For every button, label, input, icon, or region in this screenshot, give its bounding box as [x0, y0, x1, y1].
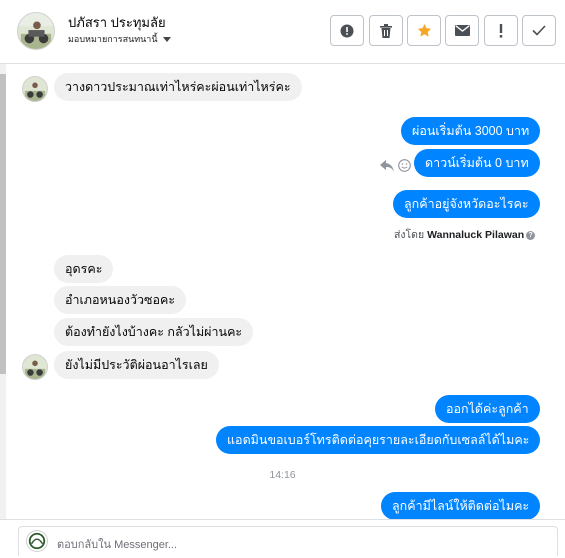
sender-avatar [22, 76, 48, 102]
spam-report-button[interactable] [330, 15, 364, 46]
sent-by-label: ส่งโดย Wannaluck Pilawan? [394, 226, 536, 243]
check-icon [532, 25, 546, 36]
reply-composer: ตอบกลับใน Messenger... [0, 519, 565, 558]
message-thread[interactable]: วางดาวประมาณเท่าไหร่คะผ่อนเท่าไหร่คะ ผ่อ… [0, 64, 565, 519]
message-outgoing[interactable]: ลูกค้ามีไลน์ให้ติดต่อไมคะ [381, 492, 541, 519]
envelope-icon [454, 25, 470, 36]
delete-button[interactable] [369, 15, 403, 46]
message-incoming[interactable]: วางดาวประมาณเท่าไหร่คะผ่อนเท่าไหร่คะ [54, 73, 302, 101]
scrollbar-thumb[interactable] [0, 74, 6, 374]
sent-by-prefix: ส่งโดย [394, 229, 425, 241]
alert-circle-icon [340, 24, 354, 37]
message-outgoing[interactable]: ดาวน์เริ่มต้น 0 บาท [414, 149, 540, 177]
mark-unread-button[interactable] [445, 15, 479, 46]
caret-down-icon [162, 36, 171, 42]
message-incoming[interactable]: ต้องทำยังไงบ้างคะ กลัวไม่ผ่านคะ [54, 318, 254, 346]
star-button[interactable] [407, 15, 441, 46]
info-icon[interactable]: ? [526, 230, 536, 240]
contact-name: ปภัสรา ประทุมลัย [68, 15, 166, 30]
reply-input[interactable]: ตอบกลับใน Messenger... [57, 535, 177, 553]
emoji-icon[interactable] [398, 159, 411, 172]
message-timestamp: 14:16 [269, 469, 296, 481]
composer-box[interactable]: ตอบกลับใน Messenger... [18, 526, 558, 556]
message-outgoing[interactable]: ผ่อนเริ่มต้น 3000 บาท [401, 117, 541, 145]
contact-avatar[interactable] [17, 12, 55, 50]
assign-conversation-dropdown[interactable]: มอบหมายการสนทนานี้ [68, 32, 171, 46]
message-outgoing[interactable]: แอดมินขอเบอร์โทรติดต่อคุยรายละเอียดกับเซ… [216, 426, 541, 454]
reply-icon[interactable] [380, 159, 394, 172]
assign-label: มอบหมายการสนทนานี้ [68, 34, 158, 44]
message-outgoing[interactable]: ลูกค้าอยู่จังหวัดอะไรคะ [393, 190, 540, 218]
thread-scrollbar[interactable] [0, 64, 6, 519]
follow-up-button[interactable] [484, 15, 518, 46]
exclamation-icon [499, 23, 503, 38]
message-incoming[interactable]: อำเภอหนองวัวซอคะ [54, 286, 187, 314]
message-incoming[interactable]: ยังไม่มีประวัติผ่อนอาไรเลย [54, 351, 219, 379]
star-icon [417, 23, 431, 37]
message-outgoing[interactable]: ออกได้ค่ะลูกค้า [435, 395, 540, 423]
message-actions [380, 159, 411, 172]
message-incoming[interactable]: อุดรคะ [54, 255, 114, 283]
mark-done-button[interactable] [522, 15, 556, 46]
trash-icon [380, 23, 392, 38]
conversation-header: ปภัสรา ประทุมลัย มอบหมายการสนทนานี้ [0, 0, 565, 64]
sent-by-name[interactable]: Wannaluck Pilawan [427, 229, 524, 241]
page-avatar [26, 530, 48, 552]
sender-avatar [22, 354, 48, 380]
